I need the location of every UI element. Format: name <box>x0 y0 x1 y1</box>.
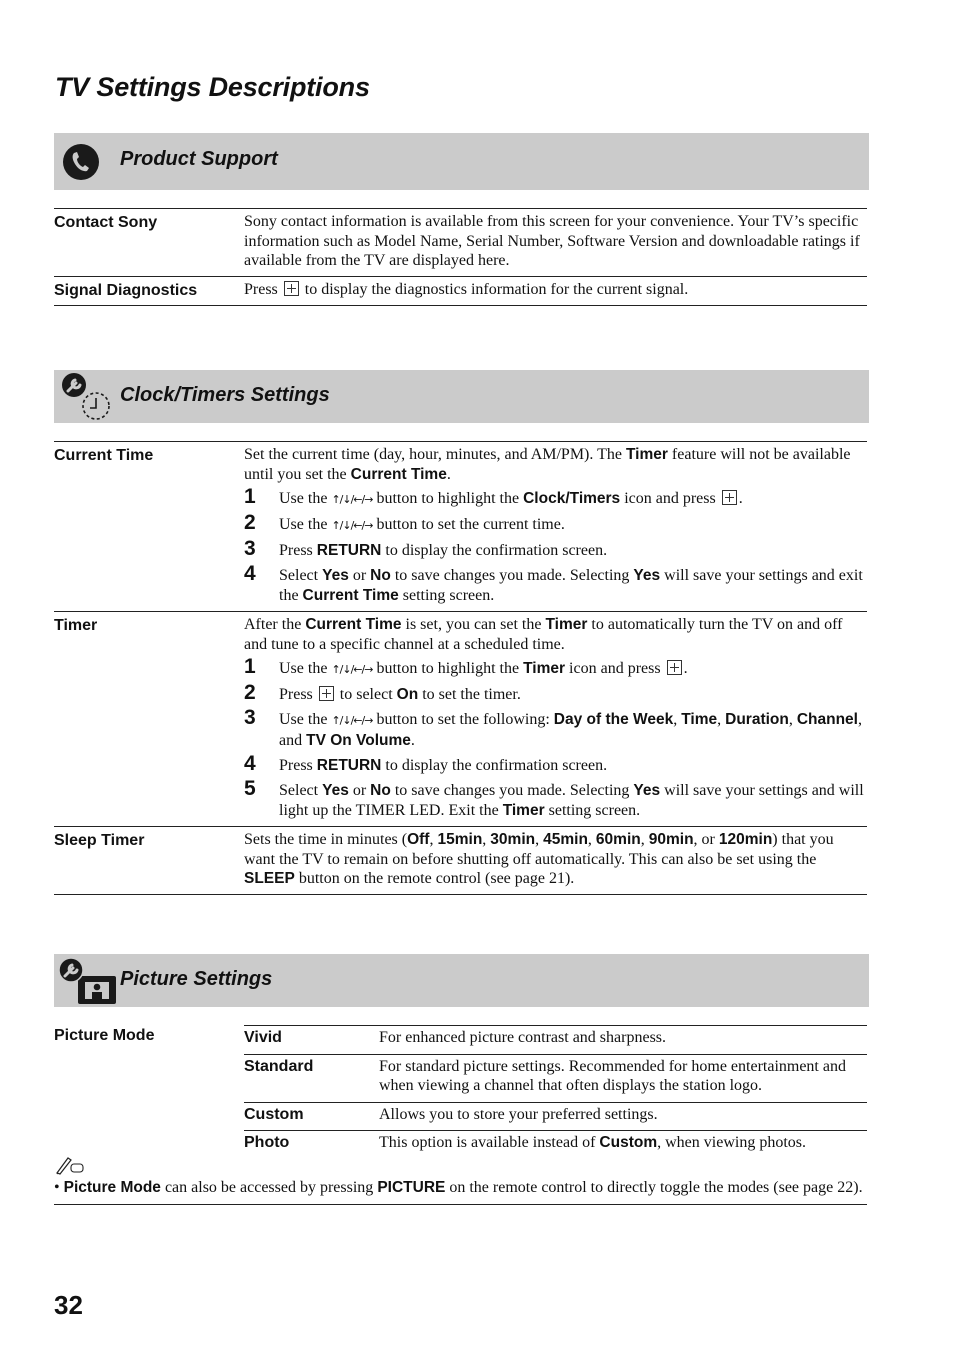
page-title: TV Settings Descriptions <box>55 72 370 102</box>
option-description: For standard picture settings. Recommend… <box>379 1057 846 1095</box>
setting-description: Sets the time in minutes (Off, 15min, 30… <box>244 831 834 887</box>
section-title: Clock/Timers Settings <box>120 384 330 406</box>
step: 4 Select Yes or No to save changes you ma… <box>244 562 863 605</box>
page-number: 32 <box>54 1290 83 1320</box>
step: 2 Press to select On to set the timer. <box>244 681 521 704</box>
table-row: Timer After the Current Time is set, you… <box>54 612 867 827</box>
setting-description: Set the current time (day, hour, minutes… <box>244 445 867 606</box>
step-number: 3 <box>244 706 256 729</box>
option-description: This option is available instead of Cust… <box>379 1134 806 1151</box>
clock-timers-settings-icon <box>60 372 114 427</box>
arrow-buttons-icon: ↑/↓/←/→ <box>331 663 373 676</box>
step-number: 2 <box>244 681 256 704</box>
option-name: Custom <box>244 1105 304 1123</box>
option-description: Allows you to store your preferred setti… <box>379 1105 658 1123</box>
step: 5 Select Yes or No to save changes you ma… <box>244 777 864 820</box>
option-row: Custom Allows you to store your preferred… <box>244 1103 867 1131</box>
step-number: 3 <box>244 537 256 560</box>
setting-description: After the Current Time is set, you can s… <box>244 615 867 821</box>
option-row: Vivid For enhanced picture contrast and s… <box>244 1026 867 1055</box>
table-row: Current Time Set the current time (day, … <box>54 442 867 612</box>
option-description: For enhanced picture contrast and sharpn… <box>379 1029 667 1046</box>
step-number: 1 <box>244 485 256 508</box>
enter-button-icon <box>666 660 682 675</box>
step-list: 1 Use the ↑/↓/←/→ button to highlight the… <box>244 656 867 821</box>
step: 1 Use the ↑/↓/←/→ button to highlight the… <box>244 485 743 508</box>
step: 4 Press RETURN to display the confirmatio… <box>244 752 608 775</box>
step-number: 4 <box>244 562 256 585</box>
picture-mode-options: Vivid For enhanced picture contrast and s… <box>244 1025 867 1159</box>
step: 3 Use the ↑/↓/←/→ button to set the follo… <box>244 706 862 750</box>
clock-timers-table: Current Time Set the current time (day, … <box>54 441 867 895</box>
setting-label: Contact Sony <box>54 214 158 231</box>
step: 3 Press RETURN to display the confirmatio… <box>244 537 608 560</box>
step: 1 Use the ↑/↓/←/→ button to highlight the… <box>244 655 688 678</box>
arrow-buttons-icon: ↑/↓/←/→ <box>331 519 373 532</box>
note-pencil-icon <box>54 1155 867 1177</box>
step-number: 2 <box>244 511 256 534</box>
note-text: • Picture Mode can also be accessed by p… <box>54 1179 863 1196</box>
table-row: Contact Sony Sony contact information is… <box>54 209 867 277</box>
enter-button-icon <box>721 490 737 505</box>
step-number: 1 <box>244 655 256 678</box>
intro-text: After the Current Time is set, you can s… <box>244 616 843 653</box>
picture-settings-table: Picture Mode Vivid For enhanced picture c… <box>54 1025 867 1159</box>
setting-description: Press to display the diagnostics informa… <box>244 280 867 300</box>
section-title: Product Support <box>120 148 278 170</box>
intro-text: Set the current time (day, hour, minutes… <box>244 446 851 483</box>
step: 2 Use the ↑/↓/←/→ button to set the curre… <box>244 511 565 534</box>
arrow-buttons-icon: ↑/↓/←/→ <box>331 714 373 727</box>
section-header-picture-settings: Picture Settings <box>54 954 869 1007</box>
product-support-table: Contact Sony Sony contact information is… <box>54 208 867 306</box>
enter-button-icon <box>318 686 334 701</box>
phone-icon <box>62 143 100 186</box>
picture-settings-icon <box>58 957 118 1013</box>
setting-label: Sleep Timer <box>54 832 145 849</box>
table-row: Signal Diagnostics Press to display the … <box>54 277 867 306</box>
enter-button-icon <box>283 280 299 296</box>
setting-description: Sony contact information is available fr… <box>244 213 860 269</box>
step-list: 1 Use the ↑/↓/←/→ button to highlight the… <box>244 486 867 606</box>
option-name: Standard <box>244 1057 314 1075</box>
text: Press <box>244 280 278 298</box>
setting-label: Signal Diagnostics <box>54 281 198 299</box>
step-number: 4 <box>244 752 256 775</box>
section-header-product-support: Product Support <box>54 133 869 190</box>
option-name: Photo <box>244 1134 290 1151</box>
text: to display the diagnostics information f… <box>304 280 689 298</box>
option-row: Standard For standard picture settings. R… <box>244 1055 867 1103</box>
setting-label: Picture Mode <box>54 1027 155 1044</box>
note: • Picture Mode can also be accessed by p… <box>54 1155 867 1205</box>
setting-label: Timer <box>54 617 98 634</box>
section-title: Picture Settings <box>120 968 273 990</box>
arrow-buttons-icon: ↑/↓/←/→ <box>331 493 373 506</box>
table-row: Picture Mode Vivid For enhanced picture c… <box>54 1025 867 1159</box>
section-header-clock-timers: Clock/Timers Settings <box>54 370 869 423</box>
step-number: 5 <box>244 777 256 800</box>
table-row: Sleep Timer Sets the time in minutes (Of… <box>54 827 867 895</box>
option-name: Vivid <box>244 1029 282 1046</box>
setting-label: Current Time <box>54 447 154 464</box>
